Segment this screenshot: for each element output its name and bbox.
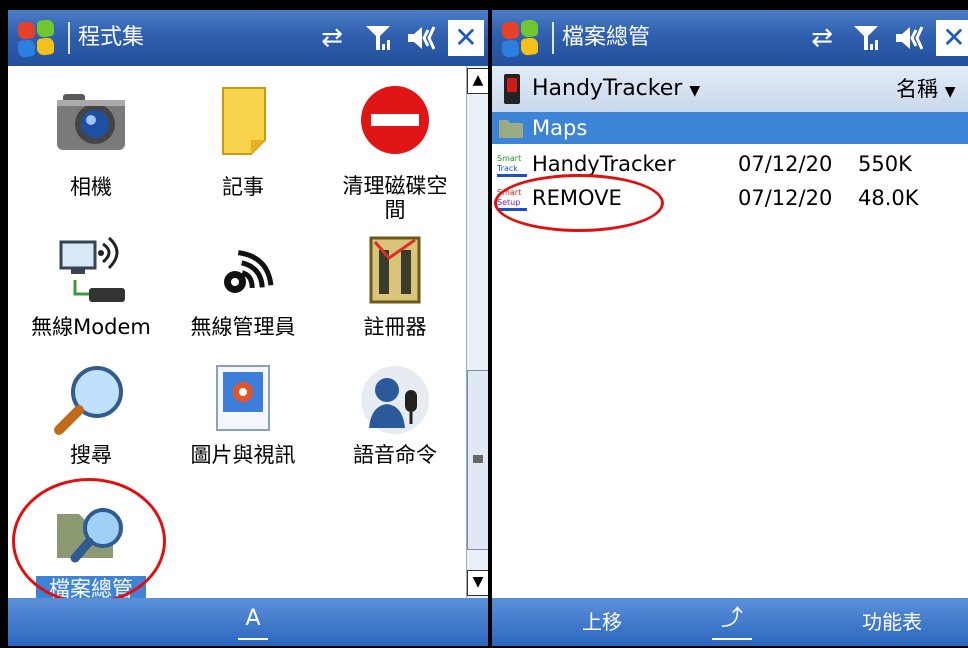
- app-label: 記事: [222, 175, 264, 199]
- app-camera[interactable]: 相機: [16, 82, 166, 212]
- app-disk-cleanup[interactable]: 清理磁碟空 間: [320, 82, 470, 222]
- file-size: 48.0K: [858, 186, 919, 210]
- app-label: 語音命令: [353, 443, 437, 467]
- location-dropdown[interactable]: HandyTracker ▼: [532, 74, 700, 106]
- app-label: 搜尋: [70, 443, 112, 467]
- scroll-thumb[interactable]: [467, 370, 488, 550]
- annotation-circle: [12, 478, 166, 604]
- soft-key-bar: A: [8, 598, 488, 646]
- connectivity-icon[interactable]: ⇄: [804, 20, 840, 56]
- file-explorer-screen: 檔案總管 ⇄ ✕ HandyTracker ▼ 名稱 ▼ Maps Smart: [492, 10, 968, 646]
- picture-icon: [216, 365, 270, 431]
- app-registry[interactable]: 註冊器: [320, 234, 470, 344]
- app-label: 無線管理員: [190, 315, 296, 339]
- close-button[interactable]: ✕: [448, 20, 484, 56]
- program-grid: 相機 記事 清理磁碟空 間 無線Modem 無線管理員 註冊器 搜尋 圖片與視訊…: [8, 66, 464, 604]
- scroll-down-button[interactable]: ▼: [467, 570, 488, 596]
- app-label: 無線Modem: [31, 315, 151, 339]
- page-title: 程式集: [78, 25, 145, 50]
- title-divider: [552, 22, 554, 54]
- close-button[interactable]: ✕: [936, 20, 968, 56]
- title-bar: 程式集 ⇄ ✕: [8, 10, 488, 66]
- list-item-folder[interactable]: Maps: [492, 112, 968, 144]
- app-pictures-videos[interactable]: 圖片與視訊: [168, 362, 318, 472]
- sort-dropdown[interactable]: 名稱 ▼: [896, 74, 955, 107]
- location-label: HandyTracker: [532, 76, 683, 101]
- app-wireless-modem[interactable]: 無線Modem: [16, 234, 166, 344]
- file-date: 07/12/20: [738, 186, 833, 210]
- softkey-menu[interactable]: 功能表: [832, 598, 952, 646]
- folder-icon: [499, 120, 523, 138]
- svg-text:Track: Track: [496, 164, 518, 173]
- svg-text:Smart: Smart: [497, 154, 521, 163]
- camera-icon: [57, 94, 125, 150]
- app-label: 相機: [70, 175, 112, 199]
- folder-name: Maps: [532, 116, 588, 140]
- keyboard-icon[interactable]: A: [238, 604, 268, 640]
- voice-command-icon: [361, 366, 429, 434]
- device-icon: [504, 74, 520, 104]
- volume-icon[interactable]: [404, 20, 440, 56]
- registry-icon: [369, 236, 421, 304]
- input-panel-icon[interactable]: ⤴: [712, 604, 752, 640]
- volume-icon[interactable]: [892, 20, 928, 56]
- title-bar: 檔案總管 ⇄ ✕: [492, 10, 968, 66]
- page-title: 檔案總管: [562, 25, 651, 50]
- softkey-up[interactable]: 上移: [552, 598, 652, 646]
- smart-track-icon: Smart Track: [496, 152, 528, 180]
- file-size: 550K: [858, 152, 912, 176]
- app-label: 圖片與視訊: [190, 443, 296, 467]
- annotation-circle: [494, 174, 664, 232]
- app-notes[interactable]: 記事: [168, 82, 318, 212]
- wireless-modem-icon: [59, 236, 125, 302]
- notes-icon: [222, 87, 266, 155]
- soft-key-bar: 上移 ⤴ 功能表: [492, 598, 968, 646]
- app-voice-command[interactable]: 語音命令: [320, 362, 470, 472]
- signal-icon[interactable]: [848, 20, 884, 56]
- file-date: 07/12/20: [738, 152, 833, 176]
- app-search[interactable]: 搜尋: [16, 362, 166, 472]
- wireless-signal-icon: [224, 250, 274, 293]
- sort-label: 名稱: [896, 77, 938, 101]
- programs-screen: 程式集 ⇄ ✕ 相機 記事 清理磁碟空 間 無線Modem 無線管理員 註冊器 …: [8, 10, 488, 646]
- title-divider: [68, 22, 70, 54]
- start-menu-icon[interactable]: [16, 18, 56, 59]
- app-wireless-manager[interactable]: 無線管理員: [168, 234, 318, 344]
- chevron-down-icon: ▼: [944, 84, 956, 100]
- grip-icon: [473, 455, 483, 463]
- scroll-up-button[interactable]: ▲: [467, 68, 488, 94]
- start-menu-icon[interactable]: [500, 18, 540, 59]
- chevron-down-icon: ▼: [689, 83, 701, 99]
- connectivity-icon[interactable]: ⇄: [314, 20, 350, 56]
- app-label: 清理磁碟空 間: [342, 174, 448, 222]
- location-bar: HandyTracker ▼ 名稱 ▼: [492, 66, 968, 113]
- magnifier-icon: [54, 366, 123, 435]
- app-label: 註冊器: [363, 315, 427, 339]
- signal-icon[interactable]: [360, 20, 396, 56]
- vertical-scrollbar[interactable]: ▲ ▼: [466, 66, 488, 598]
- no-entry-icon: [361, 86, 429, 154]
